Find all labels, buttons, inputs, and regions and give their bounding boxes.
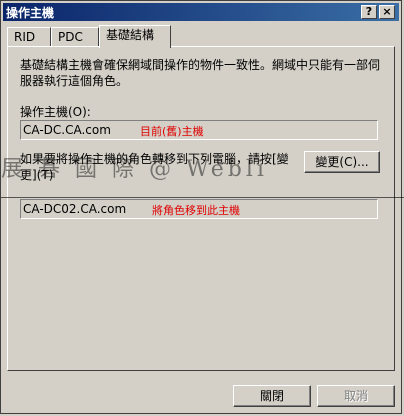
description-text: 基礎結構主機會確保網域間操作的物件一致性。網域中只能有一部伺服器執行這個角色。 (20, 58, 381, 88)
operations-master-value: CA-DC.CA.com (23, 123, 111, 137)
watermark: 展 碁 國 際 @ Webli (1, 157, 268, 182)
cancel-button[interactable]: 取消 (317, 385, 395, 407)
window-title: 操作主機 (6, 6, 55, 20)
tab-rid[interactable]: RID (7, 27, 51, 47)
close-button[interactable]: 關閉 (233, 385, 311, 407)
change-button[interactable]: 變更(C)... (304, 151, 380, 173)
target-note: 將角色移到此主機 (152, 204, 240, 217)
operations-master-label: 操作主機(O): (20, 105, 91, 119)
tab-pdc[interactable]: PDC (51, 27, 99, 47)
watermark-line (1, 197, 404, 198)
close-window-button[interactable]: × (379, 5, 395, 19)
current-master-note: 目前(舊)主機 (140, 125, 204, 138)
target-computer-value: CA-DC02.CA.com (23, 202, 127, 216)
title-bar: 操作主機 ? × (3, 3, 399, 21)
help-button[interactable]: ? (361, 5, 377, 19)
tab-panel: 基礎結構主機會確保網域間操作的物件一致性。網域中只能有一部伺服器執行這個角色。 … (7, 46, 395, 371)
dialog-window: 操作主機 ? × RID PDC 基礎結構 基礎結構主機會確保網域間操作的物件一… (0, 0, 404, 414)
tab-infrastructure[interactable]: 基礎結構 (99, 25, 171, 48)
